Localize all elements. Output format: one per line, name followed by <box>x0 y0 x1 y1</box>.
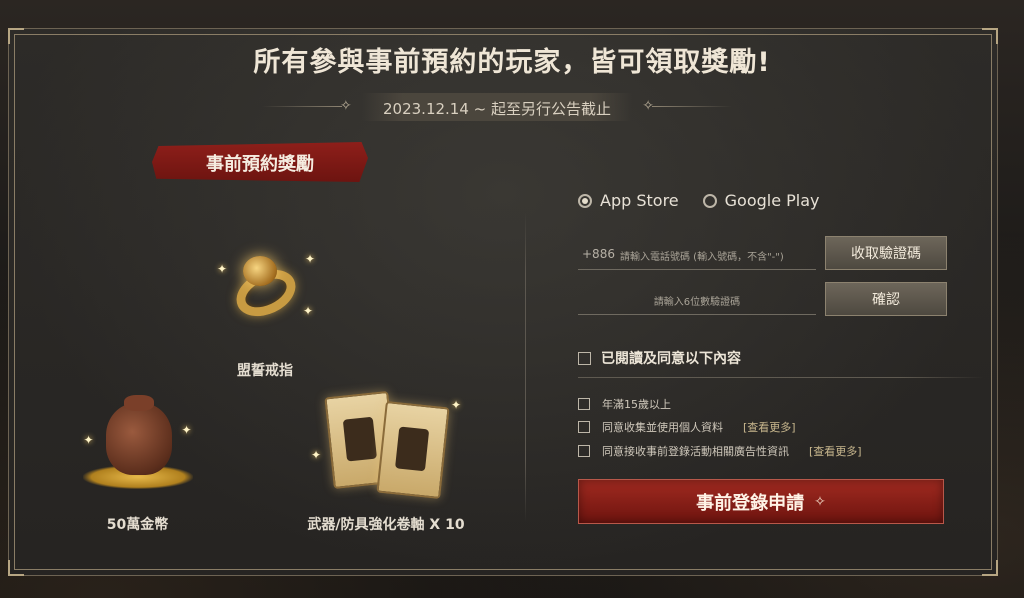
view-more-link[interactable]: [查看更多] <box>809 443 862 459</box>
scroll-icon: ✦ ✦ <box>311 388 461 500</box>
reward-label: 武器/防具強化卷軸 X 10 <box>307 517 465 533</box>
ring-icon: ✦ ✦ ✦ <box>217 252 315 326</box>
checkbox-icon[interactable] <box>578 445 590 457</box>
radio-label: Google Play <box>724 191 820 210</box>
checkbox-icon[interactable] <box>578 351 591 365</box>
event-period: ✧ ✧ 2023.12.14 ~ 起至另行公告截止 <box>262 93 732 121</box>
event-date: 2023.12.14 ~ 起至另行公告截止 <box>383 100 611 118</box>
phone-input[interactable]: +886 請輸入電話號碼 (輸入號碼，不含"-") <box>578 239 816 270</box>
radio-app-store[interactable]: App Store <box>578 191 679 210</box>
platform-selector: App Store Google Play <box>578 191 820 210</box>
phone-placeholder: 請輸入電話號碼 (輸入號碼，不含"-") <box>620 252 784 263</box>
page-headline: 所有參與事前預約的玩家，皆可領取獎勵! <box>253 47 771 78</box>
agreement-age-checkbox[interactable]: 年滿15歲以上 <box>578 396 671 412</box>
reward-label: 盟誓戒指 <box>237 363 293 379</box>
agreement-marketing-checkbox[interactable]: 同意接收事前登錄活動相關廣告性資訊 [查看更多] <box>578 443 862 459</box>
gold-bag-icon: ✦ ✦ <box>78 393 198 498</box>
radio-unselected-icon[interactable] <box>702 193 717 208</box>
frame-corner <box>982 560 998 576</box>
confirm-button[interactable]: 確認 <box>825 282 947 316</box>
agree-all-checkbox[interactable]: 已閱讀及同意以下內容 <box>578 348 741 368</box>
rewards-title: 事前預約獎勵 <box>206 154 314 175</box>
reward-gold: ✦ ✦ 50萬金幣 <box>75 393 200 534</box>
preregister-submit-button[interactable]: 事前登錄申請 ✧ <box>578 479 944 524</box>
arrow-ornament-icon: ✧ <box>814 493 826 510</box>
vertical-divider <box>525 212 526 522</box>
reward-ring: ✦ ✦ ✦ 盟誓戒指 <box>210 252 320 380</box>
verification-code-input[interactable]: 請輸入6位數驗證碼 <box>578 284 816 315</box>
agreement-label: 同意接收事前登錄活動相關廣告性資訊 <box>602 445 789 458</box>
agreement-label: 年滿15歲以上 <box>602 398 671 411</box>
horizontal-divider <box>578 377 983 378</box>
checkbox-icon[interactable] <box>578 398 590 410</box>
phone-prefix: +886 <box>582 247 615 261</box>
agreement-privacy-checkbox[interactable]: 同意收集並使用個人資料 [查看更多] <box>578 419 796 435</box>
radio-selected-icon[interactable] <box>578 193 592 208</box>
agree-all-label: 已閱讀及同意以下內容 <box>601 351 741 367</box>
code-placeholder: 請輸入6位數驗證碼 <box>653 297 741 308</box>
frame-corner <box>8 560 24 576</box>
reward-scrolls: ✦ ✦ 武器/防具強化卷軸 X 10 <box>296 388 476 534</box>
view-more-link[interactable]: [查看更多] <box>743 419 796 435</box>
agreement-label: 同意收集並使用個人資料 <box>602 421 723 434</box>
radio-google-play[interactable]: Google Play <box>702 191 820 210</box>
send-code-button[interactable]: 收取驗證碼 <box>825 236 947 270</box>
submit-label: 事前登錄申請 <box>696 492 805 514</box>
reward-label: 50萬金幣 <box>106 517 169 533</box>
radio-label: App Store <box>600 191 679 210</box>
checkbox-icon[interactable] <box>578 421 590 433</box>
